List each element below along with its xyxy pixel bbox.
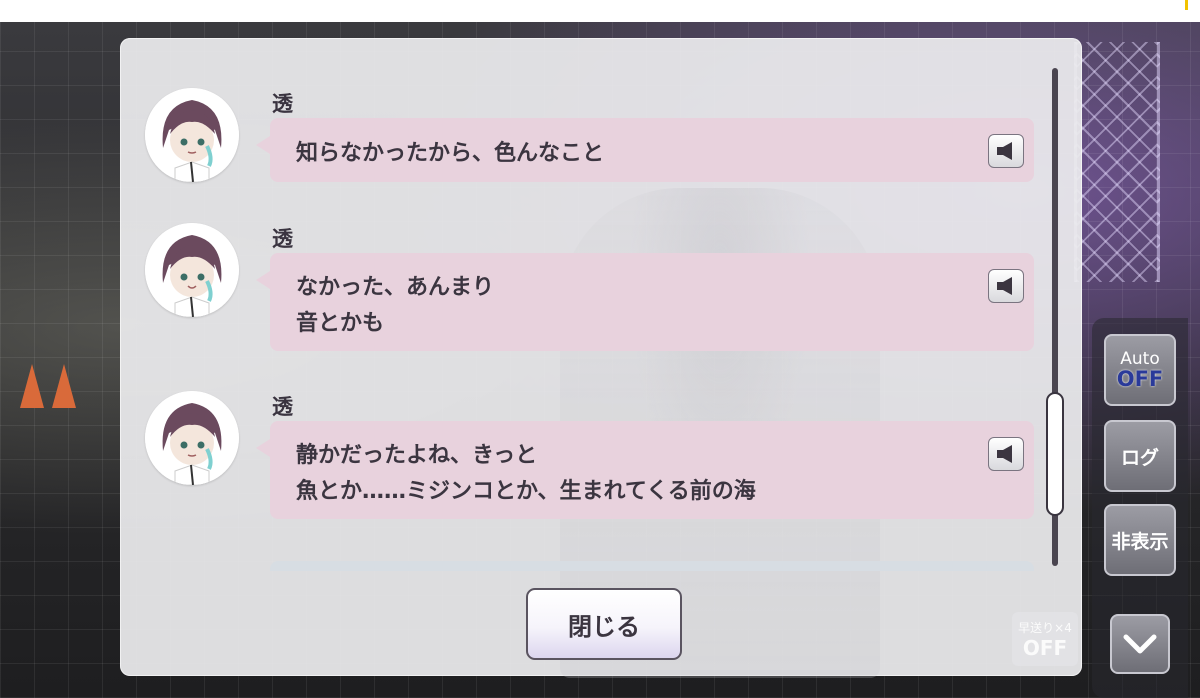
speaker-icon	[997, 277, 1012, 295]
dialogue-line: なかった、あんまり	[296, 275, 495, 300]
speaker-name: 透	[272, 395, 293, 419]
dialogue-line: 魚とか……ミジンコとか、生まれてくる前の海	[296, 479, 756, 504]
dialogue-bubble: 静かだったよね、きっと 魚とか……ミジンコとか、生まれてくる前の海	[256, 421, 1034, 519]
traffic-cone	[20, 364, 44, 408]
speaker-icon	[997, 142, 1012, 160]
avatar-portrait-icon	[145, 88, 239, 182]
log-button[interactable]: ログ	[1104, 420, 1176, 492]
dialogue-line: 静かだったよね、きっと	[296, 443, 538, 468]
dialogue-bubble: なかった、あんまり 音とかも	[256, 253, 1034, 351]
log-panel: 透 知らなかったから、色んなこと 透 なかった、あんまり 音とかも 透 静かだっ…	[120, 38, 1082, 678]
voice-replay-button[interactable]	[988, 269, 1024, 303]
voice-replay-button[interactable]	[988, 437, 1024, 471]
traffic-cone	[52, 364, 76, 408]
auto-toggle-button[interactable]: Auto OFF	[1104, 334, 1176, 406]
log-button-label: ログ	[1120, 446, 1159, 469]
avatar-portrait-icon	[145, 223, 239, 317]
menu-toggle-button[interactable]	[1110, 614, 1170, 674]
avatar	[145, 88, 239, 182]
auto-state: OFF	[1116, 367, 1164, 391]
top-bar	[0, 0, 1200, 22]
fast-forward-state: OFF	[1022, 635, 1068, 660]
speaker-name: 透	[272, 92, 293, 116]
scrollbar-thumb[interactable]	[1046, 392, 1064, 516]
dialogue-line: 音とかも	[296, 311, 385, 336]
avatar	[145, 391, 239, 485]
close-button[interactable]: 閉じる	[526, 588, 682, 660]
top-indicator	[1185, 0, 1188, 10]
fast-forward-label: 早送り×4	[1018, 620, 1072, 635]
speaker-name: 透	[272, 227, 293, 251]
chevron-down-icon	[1123, 634, 1157, 654]
dialogue-bubble: 知らなかったから、色んなこと	[256, 118, 1034, 182]
speaker-icon	[997, 445, 1012, 463]
dialogue-line: 知らなかったから、色んなこと	[296, 141, 605, 166]
hide-ui-button[interactable]: 非表示	[1104, 504, 1176, 576]
avatar-portrait-icon	[145, 391, 239, 485]
voice-replay-button[interactable]	[988, 134, 1024, 168]
stage-truss	[1074, 42, 1160, 282]
auto-label: Auto	[1120, 349, 1160, 369]
hide-button-label: 非表示	[1111, 530, 1169, 553]
next-dialogue-bubble-partial	[270, 561, 1034, 571]
avatar	[145, 223, 239, 317]
fast-forward-toggle[interactable]: 早送り×4 OFF	[1012, 612, 1078, 666]
